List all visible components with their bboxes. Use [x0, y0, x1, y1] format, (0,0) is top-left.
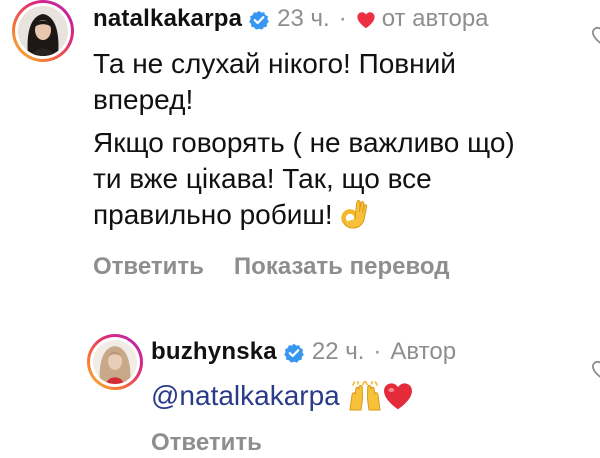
author-like-label: от автора: [381, 5, 489, 32]
red-heart-emoji: [382, 381, 414, 411]
comment-text: Та не слухай нікого! Повний вперед! Якщо…: [93, 46, 523, 233]
separator-dot: ·: [373, 338, 382, 365]
comment-paragraph: Якщо говорять ( не важливо що) ти вже ці…: [93, 127, 515, 230]
avatar-natalkakarpa[interactable]: [12, 0, 74, 62]
comment-natalkakarpa: natalkakarpa 23 ч. · от автора Та не слу…: [0, 0, 600, 290]
reply-button[interactable]: Ответить: [151, 428, 262, 458]
verified-badge-icon: [283, 343, 304, 363]
reply-paragraph: @natalkakarpa: [151, 378, 571, 414]
raising-hands-emoji: [348, 381, 382, 411]
mention-link[interactable]: @natalkakarpa: [151, 380, 340, 411]
comment-time: 22 ч.: [311, 338, 365, 365]
username-link[interactable]: natalkakarpa: [93, 4, 242, 34]
reply-button[interactable]: Ответить: [93, 252, 204, 282]
comment-time: 23 ч.: [277, 5, 330, 32]
reply-text: @natalkakarpa: [151, 378, 571, 414]
like-heart-icon[interactable]: [591, 360, 600, 380]
comment-actions: Ответить Показать перевод: [93, 252, 449, 282]
comment-header: natalkakarpa 23 ч. · от автора: [93, 4, 489, 34]
profile-photo-buzhynska: [93, 340, 137, 384]
username-link[interactable]: buzhynska: [151, 337, 277, 367]
reply-actions: Ответить: [151, 428, 262, 458]
separator-dot: ·: [338, 5, 347, 32]
reply-buzhynska: buzhynska 22 ч. · Автор @natalkakarpa От…: [0, 320, 600, 456]
show-translation-button[interactable]: Показать перевод: [234, 252, 450, 282]
comment-paragraph: Та не слухай нікого! Повний вперед!: [93, 48, 456, 115]
author-badge: Автор: [390, 338, 457, 365]
ok-hand-emoji: [340, 198, 370, 230]
heart-icon: [356, 11, 376, 29]
reply-header: buzhynska 22 ч. · Автор: [151, 337, 456, 367]
like-heart-icon[interactable]: [591, 26, 600, 46]
profile-photo-natalkakarpa: [18, 6, 68, 56]
verified-badge-icon: [249, 10, 270, 30]
avatar-buzhynska[interactable]: [87, 334, 143, 390]
